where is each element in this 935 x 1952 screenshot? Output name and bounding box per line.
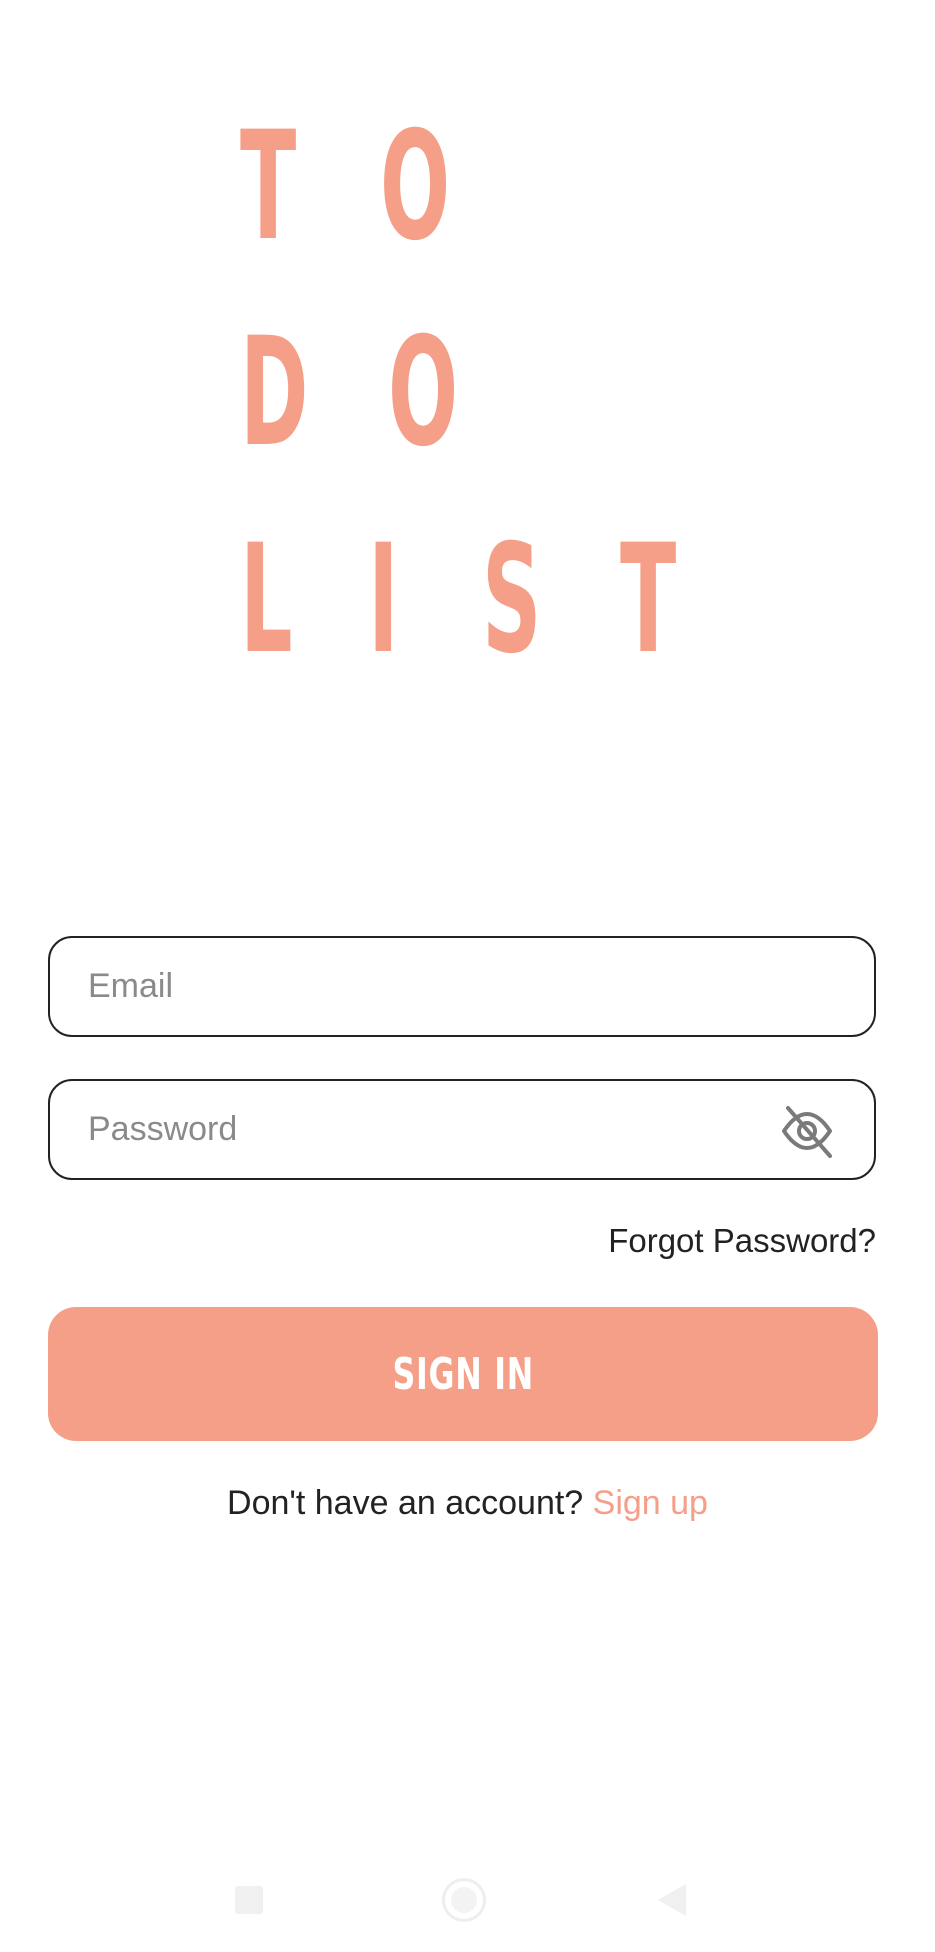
app-logo: T O D O L I S T (0, 0, 935, 700)
logo-letter-t: T (620, 513, 677, 687)
logo-letter-d: D (240, 306, 309, 480)
password-field[interactable] (48, 1079, 876, 1180)
sign-up-link[interactable]: Sign up (593, 1484, 708, 1522)
recents-square-icon[interactable] (235, 1886, 263, 1914)
back-triangle-icon[interactable] (658, 1884, 686, 1916)
logo-letter-o: O (380, 100, 451, 274)
home-circle-icon[interactable] (442, 1878, 486, 1922)
logo-letter-s: S (482, 513, 542, 687)
sign-in-button[interactable]: SIGN IN (48, 1307, 878, 1441)
logo-letter-i: I (368, 513, 399, 687)
logo-letter-t: T (240, 100, 297, 274)
sign-in-label: SIGN IN (392, 1348, 534, 1400)
eye-off-icon[interactable] (778, 1102, 836, 1160)
signup-prompt-row: Don't have an account? Sign up (0, 1484, 935, 1523)
logo-letter-o: O (388, 306, 459, 480)
email-field[interactable] (48, 936, 876, 1037)
password-input[interactable] (88, 1081, 768, 1178)
signup-prompt-text: Don't have an account? (227, 1484, 593, 1522)
system-navigation-bar (0, 1860, 935, 1952)
logo-letter-l: L (240, 513, 293, 687)
email-input[interactable] (88, 938, 768, 1035)
forgot-password-link[interactable]: Forgot Password? (608, 1222, 876, 1260)
